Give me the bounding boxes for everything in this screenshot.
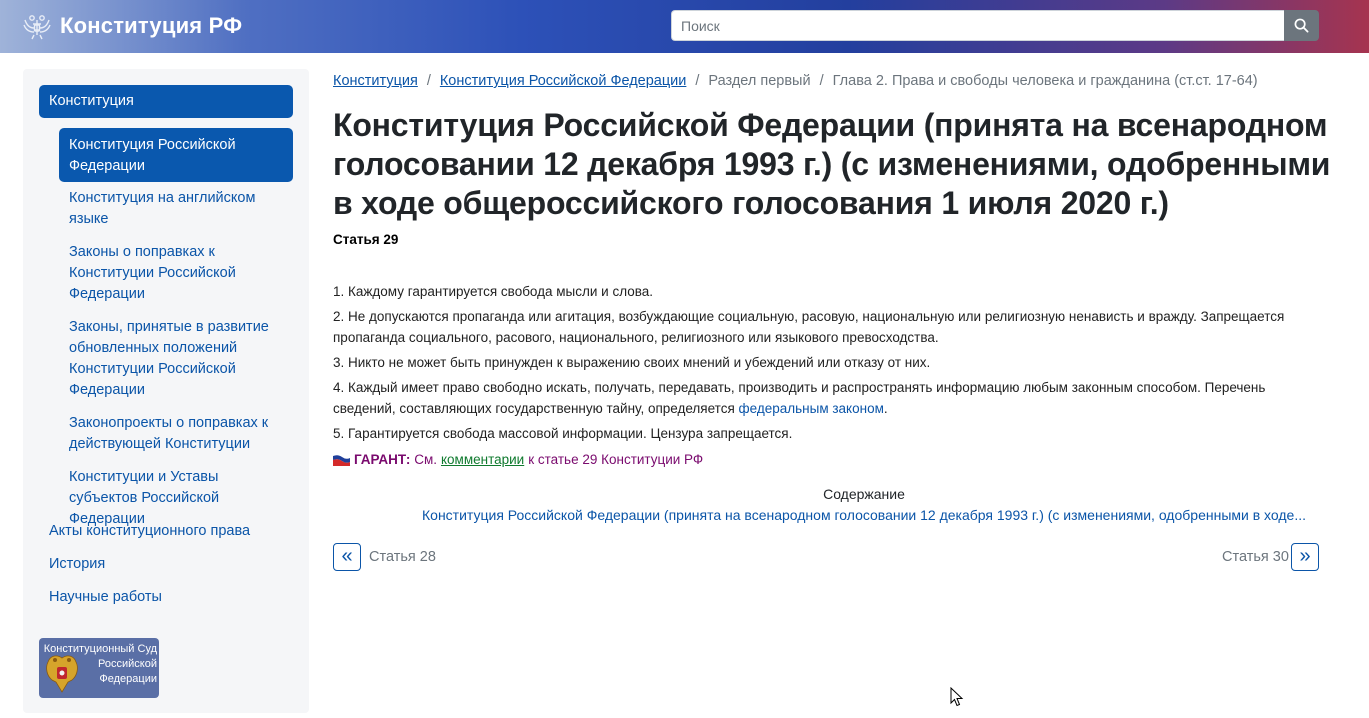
article-paragraph-4-end: . — [883, 401, 888, 416]
search-input[interactable] — [671, 10, 1284, 41]
garant-prefix: См. — [414, 452, 437, 467]
breadcrumb-link-constitution[interactable]: Конституция — [333, 73, 418, 89]
sidebar-item-constitutional-acts[interactable]: Акты конституционного права — [49, 521, 289, 542]
garant-label: ГАРАНТ: — [354, 452, 411, 467]
garant-suffix: к статье 29 Конституции РФ — [528, 452, 704, 467]
mouse-cursor-icon — [950, 687, 964, 707]
search-icon — [1294, 18, 1309, 33]
article-paragraph-4: 4. Каждый имеет право свободно искать, п… — [333, 377, 1323, 419]
next-article-label[interactable]: Статья 30 — [1222, 549, 1289, 565]
breadcrumb-separator: / — [426, 73, 431, 89]
toc-link[interactable]: Конституция Российской Федерации (принят… — [333, 507, 1369, 523]
double-headed-eagle-icon — [23, 15, 51, 40]
federal-law-link[interactable]: федеральным законом — [739, 401, 884, 416]
court-banner-text: Конституционный Суд Российской Федерации — [43, 643, 157, 685]
article-paragraph-3: 3. Никто не может быть принужден к выраж… — [333, 355, 931, 370]
breadcrumb: Конституция / Конституция Российской Фед… — [333, 71, 1258, 91]
breadcrumb-separator: / — [695, 73, 700, 89]
sidebar-item-constitution-rf[interactable]: Конституция Российской Федерации — [59, 128, 293, 182]
garant-note: ГАРАНТ: См. комментарии к статье 29 Консти… — [333, 449, 703, 470]
next-article-button[interactable]: » — [1291, 543, 1319, 571]
article-paragraph-2: 2. Не допускаются пропаганда или агитаци… — [333, 309, 1285, 345]
article-paragraph-5: 5. Гарантируется свобода массовой информ… — [333, 426, 793, 441]
sidebar: Конституция Конституция Российской Федер… — [23, 69, 309, 713]
garant-comments-link[interactable]: комментарии — [441, 449, 524, 470]
toc-label: Содержание — [823, 486, 905, 502]
breadcrumb-section: Раздел первый — [708, 73, 811, 89]
breadcrumb-chapter: Глава 2. Права и свободы человека и граж… — [832, 73, 1258, 89]
sidebar-item-constitution[interactable]: Конституция — [39, 85, 293, 118]
breadcrumb-link-constitution-rf[interactable]: Конституция Российской Федерации — [440, 73, 687, 89]
sidebar-item-research[interactable]: Научные работы — [49, 587, 289, 608]
breadcrumb-separator: / — [819, 73, 824, 89]
constitutional-court-banner[interactable]: Конституционный Суд Российской Федерации — [39, 638, 159, 698]
site-title: Конституция РФ — [60, 13, 243, 38]
prev-article-button[interactable]: « — [333, 543, 361, 571]
sidebar-item-english[interactable]: Конституция на английском языке — [69, 188, 289, 230]
search-button[interactable] — [1284, 10, 1319, 41]
article-number: Статья 29 — [333, 232, 399, 247]
sidebar-item-history[interactable]: История — [49, 554, 289, 575]
site-brand[interactable]: Конституция РФ — [22, 10, 242, 42]
sidebar-item-amendment-bills[interactable]: Законопроекты о поправках к действующей … — [69, 413, 289, 455]
article-paragraph-1: 1. Каждому гарантируется свобода мысли и… — [333, 284, 654, 299]
top-navbar: Конституция РФ — [0, 0, 1369, 53]
sidebar-item-development-laws[interactable]: Законы, принятые в развитие обновленных … — [69, 317, 289, 401]
search-bar — [671, 10, 1319, 41]
sidebar-item-amendment-laws[interactable]: Законы о поправках к Конституции Российс… — [69, 242, 289, 305]
prev-article-label[interactable]: Статья 28 — [369, 549, 436, 565]
page-title: Конституция Российской Федерации (принят… — [333, 107, 1331, 221]
garant-flag-icon — [333, 453, 350, 466]
